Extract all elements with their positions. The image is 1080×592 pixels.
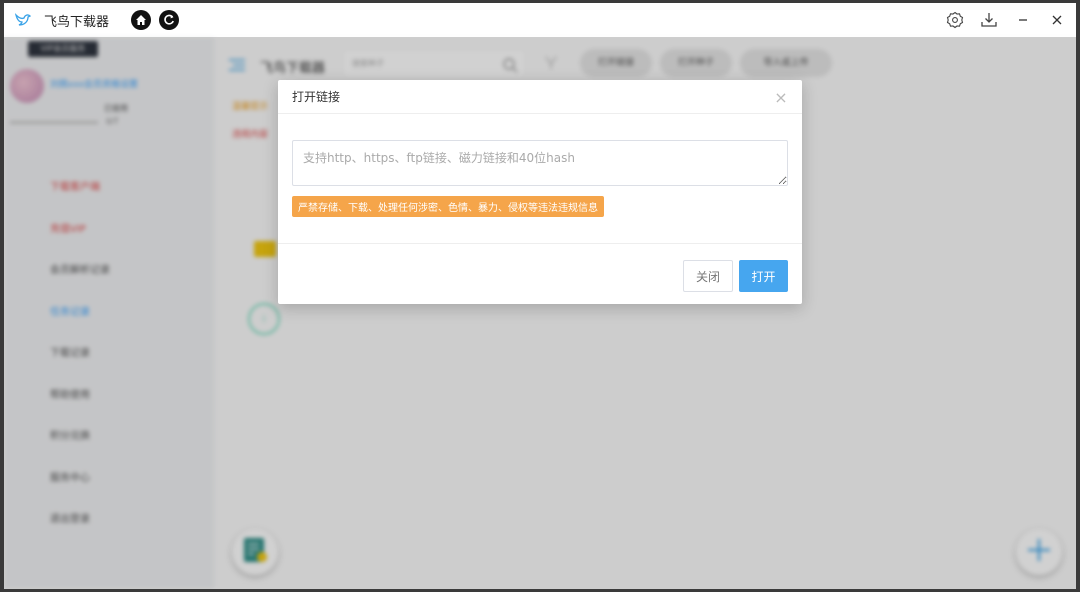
minimize-icon[interactable]	[1008, 5, 1038, 35]
home-icon[interactable]	[131, 10, 152, 30]
download-icon[interactable]	[974, 5, 1004, 35]
bird-logo-icon	[14, 11, 32, 29]
dialog-body: 严禁存储、下载、处理任何涉密、色情、暴力、侵权等违法违规信息	[278, 114, 802, 244]
title-bar: 飞鸟下载器	[4, 3, 1076, 37]
dialog-title: 打开链接	[292, 90, 341, 104]
settings-icon[interactable]	[940, 5, 970, 35]
open-link-dialog: 打开链接 × 严禁存储、下载、处理任何涉密、色情、暴力、侵权等违法违规信息 关闭…	[278, 80, 802, 304]
dialog-header: 打开链接 ×	[278, 80, 802, 114]
dialog-footer: 关闭 打开	[278, 246, 802, 304]
warning-badge: 严禁存储、下载、处理任何涉密、色情、暴力、侵权等违法违规信息	[292, 196, 604, 217]
refresh-icon[interactable]	[159, 10, 180, 30]
window-controls	[940, 3, 1076, 37]
app-title: 飞鸟下载器	[44, 14, 110, 30]
open-button[interactable]: 打开	[739, 260, 788, 292]
dialog-close-icon[interactable]: ×	[772, 88, 790, 107]
close-window-icon[interactable]	[1042, 5, 1072, 35]
link-input[interactable]	[292, 140, 788, 186]
close-button[interactable]: 关闭	[683, 260, 733, 292]
